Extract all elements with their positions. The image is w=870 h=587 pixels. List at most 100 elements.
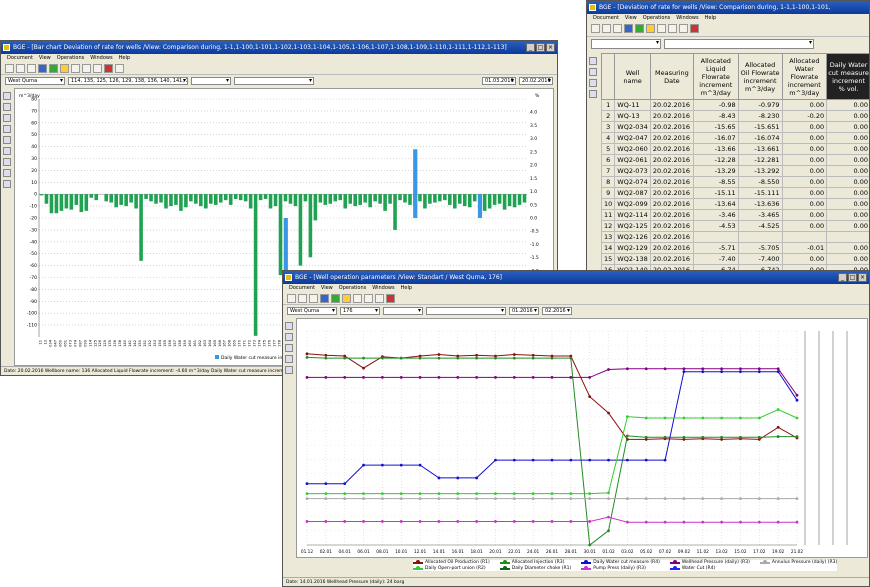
- filter-icon[interactable]: [38, 64, 47, 73]
- well-select[interactable]: 176: [340, 306, 380, 315]
- column-header[interactable]: Allocated Oil Flowrate increment m^3/day: [737, 53, 783, 100]
- legend-item[interactable]: Water Cut (R4): [669, 566, 750, 571]
- date-from-input[interactable]: 01.2016: [509, 306, 539, 315]
- menu-help[interactable]: Help: [119, 54, 130, 63]
- side-tool-6[interactable]: [3, 147, 11, 155]
- menu-view[interactable]: View: [625, 14, 637, 23]
- date-to-input[interactable]: 20.02.2016: [519, 76, 553, 85]
- menu-document[interactable]: Document: [7, 54, 33, 63]
- maximize-icon[interactable]: □: [536, 43, 545, 52]
- table-icon[interactable]: [27, 64, 36, 73]
- option-select[interactable]: [234, 76, 314, 85]
- minimize-icon[interactable]: _: [838, 273, 847, 282]
- side-tool-2[interactable]: [3, 103, 11, 111]
- minimize-icon[interactable]: _: [526, 43, 535, 52]
- menu-windows[interactable]: Windows: [676, 14, 698, 23]
- table-row[interactable]: 4 WQ2-047 20.02.2016 -16.07 -16.074 0.00 0.00: [600, 132, 869, 144]
- menu-windows[interactable]: Windows: [372, 284, 394, 293]
- bar-window-titlebar[interactable]: BGE - [Bar chart Deviation of rate for w…: [1, 41, 557, 54]
- star-icon[interactable]: [646, 24, 655, 33]
- menu-operations[interactable]: Operations: [643, 14, 671, 23]
- side-tool-9[interactable]: [3, 180, 11, 188]
- date-from-input[interactable]: 01.03.2016: [482, 76, 516, 85]
- column-header[interactable]: Measuring Date: [649, 53, 694, 100]
- table-row[interactable]: 5 WQ2-060 20.02.2016 -13.66 -13.661 0.00 0.00: [600, 143, 869, 155]
- view-select[interactable]: [191, 76, 231, 85]
- menu-operations[interactable]: Operations: [57, 54, 85, 63]
- table-row[interactable]: 12 WQ2-125 20.02.2016 -4.53 -4.525 0.00 0.00: [600, 220, 869, 232]
- star-icon[interactable]: [60, 64, 69, 73]
- column-header[interactable]: Allocated Liquid Flowrate increment m^3/…: [692, 53, 739, 100]
- column-header[interactable]: Allocated Water Flowrate increment m^3/d…: [781, 53, 828, 100]
- table-row[interactable]: 1 WQ-11 20.02.2016 -0.98 -0.979 0.00 0.00: [600, 99, 869, 111]
- side-tool-3[interactable]: [589, 79, 597, 87]
- side-tool-2[interactable]: [285, 333, 293, 341]
- menu-operations[interactable]: Operations: [339, 284, 367, 293]
- column-header[interactable]: Well name: [614, 53, 651, 100]
- refresh-icon[interactable]: [49, 64, 58, 73]
- settings-icon[interactable]: [115, 64, 124, 73]
- table-row[interactable]: 15 WQ2-138 20.02.2016 -7.40 -7.400 0.00 0.00: [600, 253, 869, 265]
- export-icon[interactable]: [82, 64, 91, 73]
- side-tool-5[interactable]: [285, 366, 293, 374]
- date-to-input[interactable]: 02.2016: [542, 306, 572, 315]
- zoom-icon[interactable]: [93, 64, 102, 73]
- legend-item[interactable]: Wellhead Pressure (daily) (R3): [669, 560, 750, 565]
- export-icon[interactable]: [668, 24, 677, 33]
- table-row[interactable]: 2 WQ-13 20.02.2016 -8.43 -8.230 -0.20 0.00: [600, 110, 869, 122]
- refresh-icon[interactable]: [331, 294, 340, 303]
- deviation-table[interactable]: Well name Measuring Date Allocated Liquid …: [600, 53, 869, 271]
- table-icon[interactable]: [309, 294, 318, 303]
- zoom-icon[interactable]: [375, 294, 384, 303]
- menu-view[interactable]: View: [321, 284, 333, 293]
- legend-item[interactable]: Pump Press (daily) (R3): [581, 566, 660, 571]
- legend-item[interactable]: Allocated Oil Production (R1): [413, 560, 490, 565]
- print-icon[interactable]: [591, 24, 600, 33]
- filter-icon[interactable]: [320, 294, 329, 303]
- table-row[interactable]: 13 WQ2-126 20.02.2016: [600, 231, 869, 243]
- menu-document[interactable]: Document: [289, 284, 315, 293]
- side-tool-1[interactable]: [589, 57, 597, 65]
- close-icon[interactable]: ×: [858, 273, 867, 282]
- legend-item[interactable]: Daily Diameter choke (R1): [499, 566, 571, 571]
- table-window-titlebar[interactable]: BGE - [Deviation of rate for wells /View…: [587, 1, 869, 14]
- menu-help[interactable]: Help: [401, 284, 412, 293]
- column-header[interactable]: [600, 53, 616, 100]
- field-select[interactable]: West Qurna: [5, 76, 65, 85]
- side-tool-5[interactable]: [3, 136, 11, 144]
- print-icon[interactable]: [287, 294, 296, 303]
- maximize-icon[interactable]: □: [848, 273, 857, 282]
- view-select[interactable]: [383, 306, 423, 315]
- side-tool-1[interactable]: [3, 92, 11, 100]
- side-tool-2[interactable]: [589, 68, 597, 76]
- chart-icon[interactable]: [386, 294, 395, 303]
- grid-icon[interactable]: [602, 24, 611, 33]
- legend-item[interactable]: Annulus Pressure (daily) (R3): [759, 560, 837, 565]
- field-select[interactable]: West Qurna: [287, 306, 337, 315]
- close-icon[interactable]: ×: [546, 43, 555, 52]
- line-window-titlebar[interactable]: BGE - [Well operation parameters /View: …: [283, 271, 869, 284]
- table-row[interactable]: 3 WQ2-034 20.02.2016 -15.65 -15.651 0.00 0.00: [600, 121, 869, 133]
- side-tool-4[interactable]: [589, 90, 597, 98]
- menu-view[interactable]: View: [39, 54, 51, 63]
- side-tool-4[interactable]: [3, 125, 11, 133]
- line-chart-area[interactable]: 01.12 02.01 04.01 06.01 08.01 10.01 12.01 14.01…: [296, 318, 868, 558]
- table-row[interactable]: 11 WQ2-114 20.02.2016 -3.46 -3.465 0.00 0.00: [600, 209, 869, 221]
- legend-item[interactable]: Allocated Injection (R3): [499, 560, 571, 565]
- zoom-icon[interactable]: [679, 24, 688, 33]
- print-icon[interactable]: [5, 64, 14, 73]
- side-tool-3[interactable]: [285, 344, 293, 352]
- side-tool-1[interactable]: [285, 322, 293, 330]
- menu-help[interactable]: Help: [705, 14, 716, 23]
- grid-icon[interactable]: [16, 64, 25, 73]
- table-icon[interactable]: [613, 24, 622, 33]
- chart-icon[interactable]: [690, 24, 699, 33]
- star-icon[interactable]: [342, 294, 351, 303]
- chart-icon[interactable]: [104, 64, 113, 73]
- legend-item[interactable]: Daily Open-port union (R2): [413, 566, 490, 571]
- column-header[interactable]: Daily Water cut measure increment % vol.: [826, 53, 869, 100]
- legend-item[interactable]: Daily Water cut measure (R4): [581, 560, 660, 565]
- table-row[interactable]: 14 WQ2-129 20.02.2016 -5.71 -5.705 -0.01 0.00: [600, 242, 869, 254]
- table-row[interactable]: 8 WQ2-074 20.02.2016 -8.55 -8.550 0.00 0.00: [600, 176, 869, 188]
- side-tool-4[interactable]: [285, 355, 293, 363]
